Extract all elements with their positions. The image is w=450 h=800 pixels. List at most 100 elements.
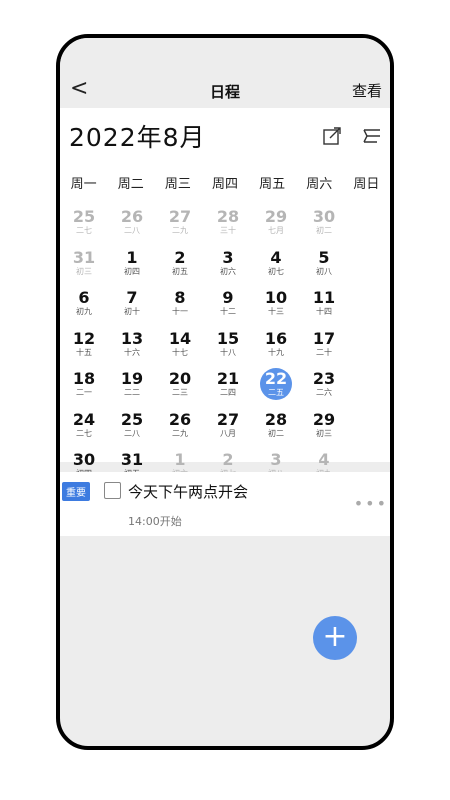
lunar-date: 初三 bbox=[316, 428, 332, 438]
day-number: 31 bbox=[120, 450, 144, 469]
phone-frame: < 日程 查看 2022年8月 周一 周二 周三 周四 周五 周六 周日 25 二… bbox=[56, 34, 394, 750]
day-cell[interactable]: 8 十一 bbox=[156, 285, 204, 326]
event-title: 今天下午两点开会 bbox=[128, 483, 249, 501]
day-cell[interactable]: 20 二三 bbox=[156, 366, 204, 407]
lunar-date: 二九 bbox=[172, 428, 188, 438]
day-cell[interactable]: 27 二九 bbox=[156, 204, 204, 245]
page-title: 日程 bbox=[209, 83, 240, 101]
day-number: 3 bbox=[270, 450, 282, 469]
lunar-date: 二二 bbox=[124, 388, 140, 397]
day-number: 1 bbox=[126, 247, 138, 267]
lunar-date: 二三 bbox=[172, 388, 188, 397]
day-cell[interactable]: 9 十二 bbox=[204, 285, 252, 326]
lunar-date: 十三 bbox=[268, 307, 284, 316]
day-cell[interactable]: 29 七月 bbox=[252, 204, 300, 245]
event-time: 14:00开始 bbox=[128, 515, 182, 528]
day-number: 2 bbox=[222, 450, 234, 469]
day-cell[interactable]: 12 十五 bbox=[60, 326, 108, 367]
share-edit-icon[interactable] bbox=[320, 124, 344, 148]
nav-bar: < 日程 查看 bbox=[60, 72, 390, 108]
weekday-label: 周六 bbox=[306, 176, 333, 192]
day-number: 8 bbox=[174, 288, 186, 307]
month-header: 2022年8月 bbox=[60, 108, 390, 164]
weekday-label: 周五 bbox=[259, 176, 286, 192]
lunar-date: 十七 bbox=[172, 347, 188, 357]
day-number: 15 bbox=[216, 328, 240, 348]
day-cell[interactable]: 3 初六 bbox=[204, 245, 252, 286]
day-cell[interactable]: 2 初五 bbox=[156, 245, 204, 286]
lunar-date: 二七 bbox=[76, 428, 92, 438]
day-number: 12 bbox=[72, 328, 96, 348]
day-cell[interactable]: 29 初三 bbox=[300, 407, 348, 448]
day-cell[interactable]: 26 二八 bbox=[108, 204, 156, 245]
weekday-label: 周二 bbox=[117, 176, 144, 192]
lunar-date: 十八 bbox=[220, 347, 236, 357]
day-cell[interactable]: 27 八月 bbox=[204, 407, 252, 448]
lunar-date: 三十 bbox=[220, 226, 236, 235]
day-number: 4 bbox=[270, 247, 282, 267]
day-number: 28 bbox=[264, 409, 288, 429]
day-cell[interactable]: 10 十三 bbox=[252, 285, 300, 326]
day-cell[interactable]: 15 十八 bbox=[204, 326, 252, 367]
day-number: 30 bbox=[72, 450, 96, 469]
more-icon[interactable]: ••• bbox=[354, 494, 388, 513]
day-number: 1 bbox=[174, 450, 186, 469]
day-cell[interactable]: 23 二六 bbox=[300, 366, 348, 407]
day-cell[interactable]: 18 二一 bbox=[60, 366, 108, 407]
day-cell[interactable]: 19 二二 bbox=[108, 366, 156, 407]
day-cell[interactable]: 11 十四 bbox=[300, 285, 348, 326]
day-cell[interactable]: 6 初九 bbox=[60, 285, 108, 326]
lunar-date: 十二 bbox=[220, 307, 236, 316]
event-checkbox[interactable] bbox=[104, 482, 121, 499]
day-cell[interactable]: 25 二八 bbox=[108, 407, 156, 448]
day-cell[interactable]: 28 初二 bbox=[252, 407, 300, 448]
calendar-panel: 2022年8月 周一 周二 周三 周四 周五 周六 周日 25 二七 26 二八 27 二… bbox=[60, 108, 390, 478]
day-number: 2 bbox=[174, 247, 186, 267]
view-button[interactable]: 查看 bbox=[352, 80, 382, 101]
day-number: 29 bbox=[264, 207, 288, 226]
weekday-header: 周一 周二 周三 周四 周五 周六 周日 bbox=[60, 164, 390, 200]
day-number: 11 bbox=[312, 288, 336, 307]
day-cell[interactable]: 4 初七 bbox=[252, 245, 300, 286]
day-number: 20 bbox=[168, 369, 192, 388]
day-cell[interactable]: 30 初二 bbox=[300, 204, 348, 245]
day-grid: 25 二七 26 二八 27 二九 28 三十 29 七月 30 初二 31 初三 1 初四 2 初五 3 初六 4 初七… bbox=[60, 200, 390, 488]
day-cell-selected[interactable]: 22 二五 bbox=[252, 366, 300, 407]
status-bar bbox=[60, 38, 390, 72]
lunar-date: 七月 bbox=[268, 226, 284, 235]
day-cell[interactable]: 7 初十 bbox=[108, 285, 156, 326]
list-icon[interactable] bbox=[360, 124, 384, 148]
day-cell[interactable]: 1 初四 bbox=[108, 245, 156, 286]
day-number: 28 bbox=[216, 207, 240, 226]
day-number: 25 bbox=[120, 409, 144, 429]
day-cell[interactable]: 28 三十 bbox=[204, 204, 252, 245]
day-cell[interactable]: 5 初八 bbox=[300, 245, 348, 286]
lunar-date: 十一 bbox=[172, 307, 188, 316]
day-cell[interactable]: 16 十九 bbox=[252, 326, 300, 367]
day-cell[interactable]: 21 二四 bbox=[204, 366, 252, 407]
add-event-button[interactable]: + bbox=[313, 616, 357, 660]
day-cell[interactable]: 26 二九 bbox=[156, 407, 204, 448]
weekday-label: 周日 bbox=[353, 176, 380, 192]
day-number: 5 bbox=[318, 247, 330, 267]
day-number: 24 bbox=[72, 409, 96, 429]
day-cell[interactable]: 13 十六 bbox=[108, 326, 156, 367]
event-item[interactable]: 重要 今天下午两点开会 14:00开始 ••• bbox=[60, 472, 390, 536]
lunar-date: 初三 bbox=[76, 266, 92, 276]
lunar-date: 初八 bbox=[316, 266, 332, 276]
day-cell[interactable]: 25 二七 bbox=[60, 204, 108, 245]
day-cell[interactable]: 31 初三 bbox=[60, 245, 108, 286]
lunar-date: 初二 bbox=[316, 226, 332, 235]
day-number: 30 bbox=[312, 207, 336, 226]
day-number: 3 bbox=[222, 247, 234, 267]
lunar-date: 二八 bbox=[124, 226, 140, 235]
lunar-date: 二八 bbox=[124, 428, 140, 438]
day-cell[interactable]: 17 二十 bbox=[300, 326, 348, 367]
day-cell[interactable]: 14 十七 bbox=[156, 326, 204, 367]
weekday-label: 周一 bbox=[70, 176, 97, 192]
lunar-date: 二五 bbox=[268, 388, 284, 397]
day-cell[interactable]: 24 二七 bbox=[60, 407, 108, 448]
lunar-date: 二七 bbox=[76, 226, 92, 235]
lunar-date: 初九 bbox=[76, 307, 92, 316]
lunar-date: 二四 bbox=[220, 388, 236, 397]
